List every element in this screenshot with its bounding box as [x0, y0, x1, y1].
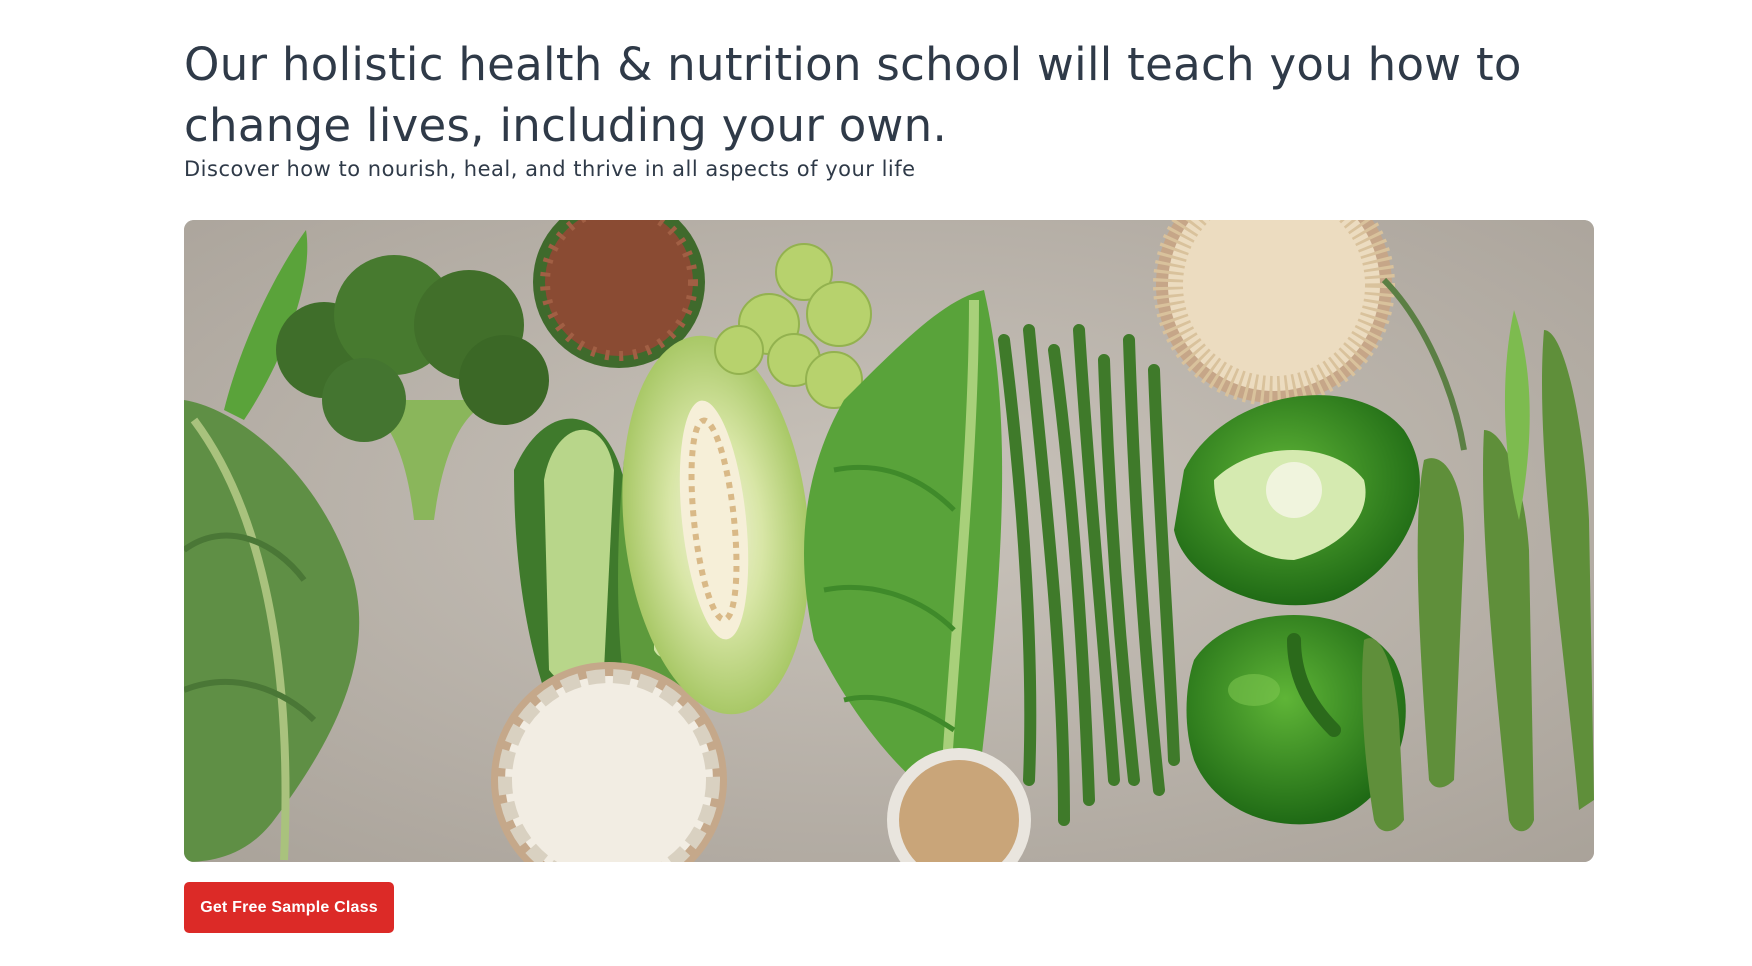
hero-headline: Our holistic health & nutrition school w… — [184, 38, 1522, 152]
get-free-sample-class-button[interactable]: Get Free Sample Class — [184, 882, 394, 933]
hero-section: Our holistic health & nutrition school w… — [184, 34, 1594, 185]
hero-subheadline: Discover how to nourish, heal, and thriv… — [184, 157, 916, 181]
vegetables-illustration — [184, 220, 1594, 862]
hero-image-vegetables — [184, 220, 1594, 862]
